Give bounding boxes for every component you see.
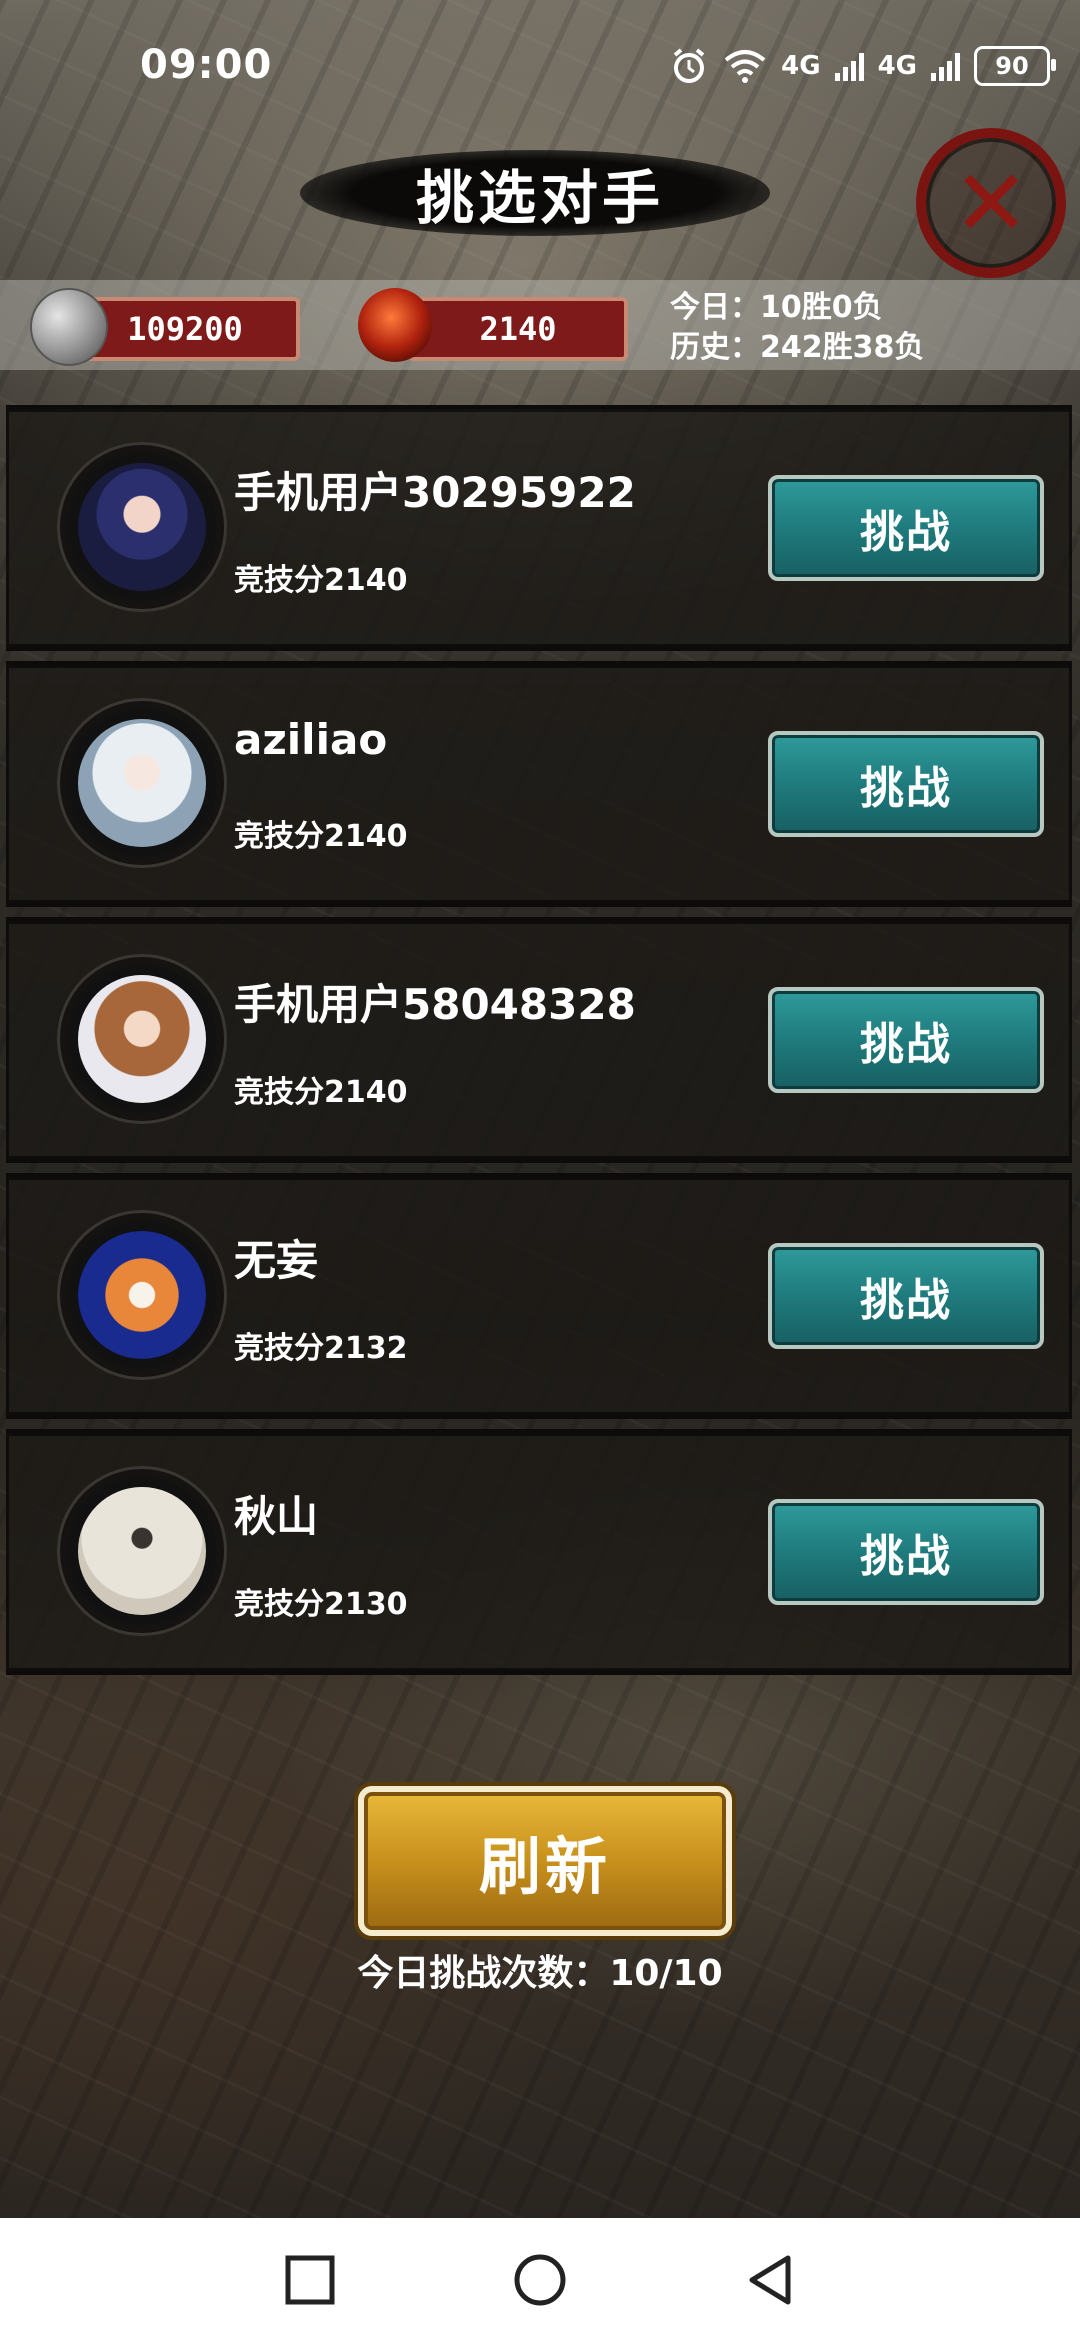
status-icons: 4G 4G 90	[669, 46, 1056, 86]
home-icon[interactable]	[512, 2252, 568, 2308]
signal-icon	[931, 51, 960, 81]
avatar	[68, 965, 216, 1113]
navigation-bar	[0, 2218, 1080, 2340]
player-score: 竞技分2130	[234, 1587, 408, 1622]
avatar	[68, 1221, 216, 1369]
alarm-icon	[673, 48, 705, 83]
rank-points-counter: 2140	[408, 297, 628, 361]
challenge-button[interactable]: 挑战	[768, 475, 1044, 581]
challenge-button[interactable]: 挑战	[768, 987, 1044, 1093]
today-record: 今日：10胜0负	[670, 290, 883, 325]
avatar	[68, 453, 216, 601]
resource-bar: 109200 2140 今日：10胜0负 历史：242胜38负	[0, 280, 1080, 370]
back-icon[interactable]	[742, 2252, 798, 2308]
daily-challenge-count: 今日挑战次数：10/10	[357, 1953, 723, 1994]
battery-level: 90	[995, 52, 1029, 80]
opponent-card: 手机用户30295922 竞技分2140 挑战	[6, 405, 1072, 651]
coins-value: 109200	[127, 310, 243, 348]
opponent-card: 秋山 竞技分2130 挑战	[6, 1429, 1072, 1675]
challenge-button[interactable]: 挑战	[768, 1243, 1044, 1349]
player-name: 秋山	[234, 1492, 319, 1541]
battle-record: 今日：10胜0负 历史：242胜38负	[670, 288, 924, 368]
dragon-icon	[358, 288, 432, 362]
page-title: 挑选对手	[415, 163, 664, 232]
close-icon: ✕	[952, 149, 1030, 257]
player-score: 竞技分2132	[234, 1331, 408, 1366]
refresh-button[interactable]: 刷新	[358, 1786, 732, 1936]
player-name: 手机用户58048328	[234, 980, 636, 1029]
player-score: 竞技分2140	[234, 819, 408, 854]
recent-apps-icon[interactable]	[282, 2252, 338, 2308]
player-name: 手机用户30295922	[234, 468, 636, 517]
challenge-button[interactable]: 挑战	[768, 731, 1044, 837]
avatar	[68, 1477, 216, 1625]
status-time: 09:00	[140, 42, 273, 88]
network-type-2: 4G	[877, 51, 917, 81]
player-score: 竞技分2140	[234, 1075, 408, 1110]
network-type-1: 4G	[781, 51, 821, 81]
status-bar: 09:00 4G 4G 90	[0, 0, 1080, 130]
player-name: aziliao	[234, 715, 388, 764]
avatar	[68, 709, 216, 857]
opponent-card: 手机用户58048328 竞技分2140 挑战	[6, 917, 1072, 1163]
player-name: 无妄	[234, 1236, 319, 1285]
opponent-card: 无妄 竞技分2132 挑战	[6, 1173, 1072, 1419]
battery-icon: 90	[974, 46, 1056, 86]
history-record: 历史：242胜38负	[670, 330, 925, 365]
coins-icon	[30, 288, 108, 366]
rank-points-value: 2140	[479, 310, 557, 348]
opponent-card: aziliao 竞技分2140 挑战	[6, 661, 1072, 907]
signal-icon	[834, 51, 864, 81]
close-button[interactable]: ✕	[916, 128, 1066, 278]
wifi-icon	[724, 50, 766, 83]
player-score: 竞技分2140	[234, 563, 408, 598]
challenge-button[interactable]: 挑战	[768, 1499, 1044, 1605]
